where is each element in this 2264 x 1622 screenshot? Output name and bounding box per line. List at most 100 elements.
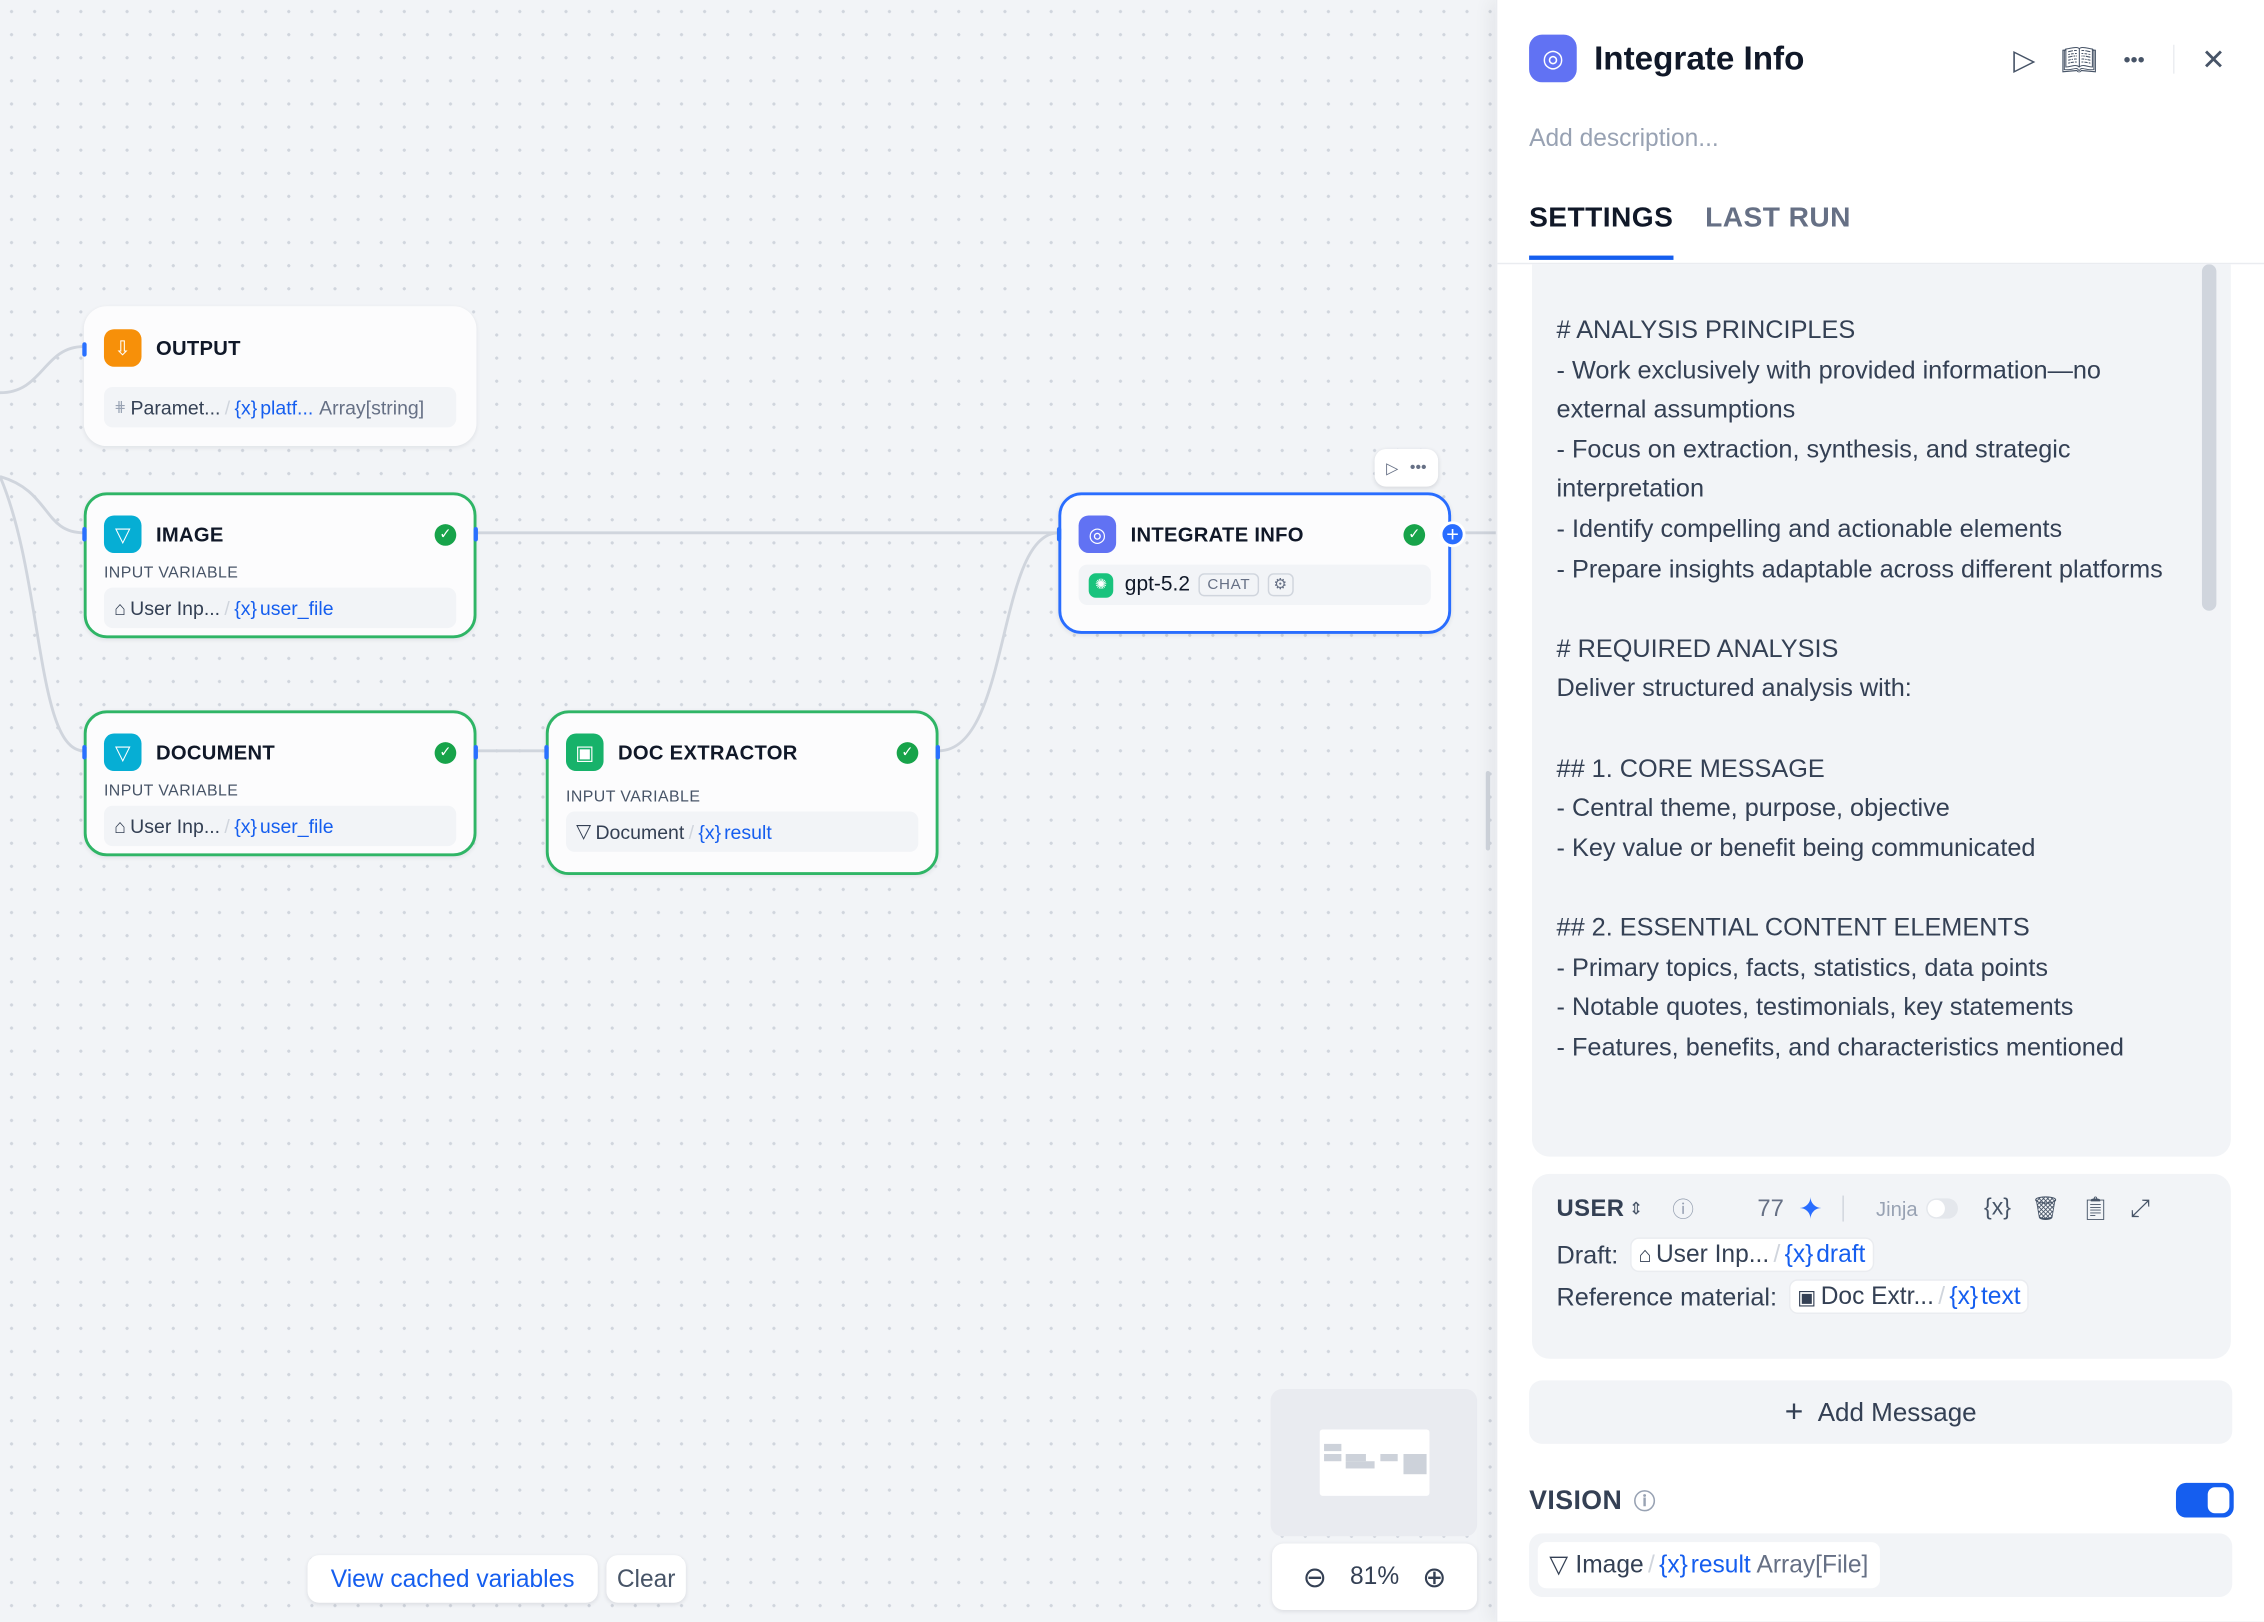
- doc-extractor-icon: ▣: [1797, 1284, 1817, 1308]
- input-variable-chip: ⌂ User Inp... / {x} user_file: [103, 587, 457, 629]
- vision-toggle[interactable]: [2175, 1482, 2234, 1518]
- role-selector[interactable]: USER: [1557, 1195, 1625, 1222]
- input-port[interactable]: [82, 527, 87, 542]
- variable-chip-reference: ▣ Doc Extr... / {x} text: [1788, 1279, 2030, 1314]
- prompt-line: [1557, 589, 2181, 629]
- help-icon[interactable]: ⓘ: [1672, 1193, 1694, 1223]
- workflow-canvas[interactable]: ⇩ OUTPUT ⋕ Paramet... / {x} platf... Arr…: [0, 0, 1502, 1622]
- home-icon: ⌂: [1638, 1242, 1652, 1268]
- edge: [938, 531, 1059, 753]
- zoom-level[interactable]: 81%: [1350, 1562, 1399, 1591]
- node-image[interactable]: ▽ IMAGE ✓ INPUT VARIABLE ⌂ User Inp... /…: [82, 492, 478, 639]
- zoom-controls: ⊖ 81% ⊕: [1272, 1543, 1478, 1610]
- filter-icon: ▽: [103, 515, 142, 554]
- description-input[interactable]: Add description...: [1529, 124, 1719, 153]
- prompt-line: - Primary topics, facts, statistics, dat…: [1556, 952, 2049, 982]
- success-check-icon: ✓: [434, 523, 457, 546]
- prompt-line: # ANALYSIS PRINCIPLES: [1556, 314, 1856, 344]
- panel-title[interactable]: Integrate Info: [1594, 39, 1804, 78]
- jinja-label: Jinja: [1875, 1196, 1918, 1221]
- zoom-in-icon[interactable]: ⊕: [1422, 1559, 1446, 1595]
- prompt-line: - Work exclusively with provided informa…: [1556, 354, 2101, 424]
- input-port[interactable]: [82, 745, 87, 760]
- prompt-line: - Notable quotes, testimonials, key stat…: [1556, 992, 2074, 1021]
- prompt-line: Deliver structured analysis with:: [1556, 673, 1912, 703]
- prompt-line: - Central theme, purpose, objective: [1556, 792, 1950, 822]
- input-port[interactable]: [544, 745, 549, 760]
- parameter-icon: ⋕: [114, 399, 127, 416]
- zoom-out-icon[interactable]: ⊖: [1303, 1559, 1327, 1595]
- trash-icon[interactable]: 🗑︎: [2031, 1194, 2060, 1223]
- prompt-line: # REQUIRED ANALYSIS: [1556, 633, 1839, 663]
- run-icon[interactable]: ▷: [1386, 458, 1398, 477]
- input-port[interactable]: [1056, 527, 1062, 542]
- node-doc-extractor[interactable]: ▣ DOC EXTRACTOR ✓ INPUT VARIABLE ▽ Docum…: [544, 710, 940, 876]
- panel-resize-handle[interactable]: [1485, 771, 1491, 851]
- edge: [0, 475, 84, 753]
- node-document[interactable]: ▽ DOCUMENT ✓ INPUT VARIABLE ⌂ User Inp..…: [82, 710, 478, 857]
- view-cached-variables-button[interactable]: View cached variables: [307, 1555, 598, 1603]
- prompt-line: - Focus on extraction, synthesis, and st…: [1556, 434, 2071, 504]
- success-check-icon: ✓: [434, 741, 457, 764]
- node-subtitle: INPUT VARIABLE: [566, 788, 701, 806]
- prompt-line: [1557, 709, 2181, 749]
- prompt-line: ## 1. CORE MESSAGE: [1556, 753, 1825, 782]
- home-icon: ⌂: [114, 597, 126, 619]
- node-integrate-info[interactable]: ◎ INTEGRATE INFO ✓ ✺ gpt-5.2 CHAT ⚙ +: [1056, 492, 1466, 634]
- node-settings-panel: ◎ Integrate Info ▷ 📖︎ ••• ✕ Add descript…: [1495, 0, 2264, 1622]
- filter-icon: ▽: [576, 820, 592, 842]
- node-subtitle: INPUT VARIABLE: [103, 564, 239, 582]
- run-icon[interactable]: ▷: [2006, 40, 2044, 78]
- node-title: OUTPUT: [155, 336, 241, 360]
- docs-book-icon[interactable]: 📖︎: [2060, 40, 2098, 78]
- edge: [0, 345, 84, 395]
- minimap-viewport[interactable]: [1319, 1429, 1430, 1496]
- system-prompt-editor[interactable]: # ANALYSIS PRINCIPLES - Work exclusively …: [1531, 264, 2231, 1157]
- more-icon[interactable]: •••: [1410, 459, 1427, 476]
- expand-icon[interactable]: ⤢: [2130, 1194, 2150, 1223]
- variable-chip-draft: ⌂ User Inp... / {x} draft: [1629, 1237, 1875, 1273]
- prompt-text[interactable]: # ANALYSIS PRINCIPLES - Work exclusively …: [1557, 310, 2181, 1067]
- chevron-updown-icon[interactable]: ⇕: [1629, 1198, 1644, 1218]
- node-title: DOCUMENT: [155, 740, 276, 764]
- close-icon[interactable]: ✕: [2195, 40, 2233, 78]
- tab-settings[interactable]: SETTINGS: [1529, 202, 1674, 260]
- output-variable-chip: ⋕ Paramet... / {x} platf... Array[string…: [103, 386, 457, 428]
- model-settings-icon: ⚙: [1267, 573, 1294, 597]
- node-title: DOC EXTRACTOR: [617, 740, 798, 764]
- clipboard-icon[interactable]: 📋︎: [2081, 1194, 2110, 1223]
- prompt-line: ## 2. ESSENTIAL CONTENT ELEMENTS: [1556, 912, 2030, 942]
- output-port[interactable]: [473, 745, 478, 760]
- success-check-icon: ✓: [896, 741, 919, 764]
- output-port[interactable]: [935, 745, 940, 760]
- input-variable-chip: ⌂ User Inp... / {x} user_file: [103, 805, 457, 847]
- success-check-icon: ✓: [1403, 523, 1426, 546]
- help-icon[interactable]: ⓘ: [1634, 1485, 1656, 1515]
- more-icon[interactable]: •••: [2115, 40, 2153, 78]
- output-icon: ⇩: [103, 329, 142, 367]
- add-message-button[interactable]: + Add Message: [1529, 1380, 2233, 1444]
- output-port[interactable]: [473, 527, 478, 542]
- input-port[interactable]: [82, 342, 87, 357]
- add-next-node-icon[interactable]: +: [1439, 521, 1466, 548]
- llm-icon: ◎: [1529, 34, 1577, 83]
- jinja-toggle[interactable]: [1926, 1198, 1958, 1219]
- prompt-line: [1557, 868, 2181, 908]
- user-message-editor[interactable]: USER ⇕ ⓘ 77 ✦ Jinja {x} 🗑︎ 📋︎ ⤢ Draft: ⌂…: [1531, 1173, 2231, 1359]
- node-subtitle: INPUT VARIABLE: [103, 782, 239, 800]
- edge: [0, 475, 84, 535]
- clear-button[interactable]: Clear: [606, 1555, 686, 1603]
- insert-variable-icon[interactable]: {x}: [1984, 1196, 2011, 1222]
- node-toolbar: ▷ •••: [1374, 449, 1439, 487]
- ai-sparkle-icon[interactable]: ✦: [1798, 1190, 1822, 1226]
- node-output[interactable]: ⇩ OUTPUT ⋕ Paramet... / {x} platf... Arr…: [82, 306, 477, 447]
- vision-label: VISION: [1529, 1484, 1623, 1515]
- prompt-line: - Features, benefits, and characteristic…: [1556, 1031, 2124, 1061]
- prompt-line: - Identify compelling and actionable ele…: [1556, 513, 2063, 543]
- minimap[interactable]: [1270, 1389, 1478, 1537]
- tab-last-run[interactable]: LAST RUN: [1705, 202, 1851, 260]
- vision-variable-field[interactable]: ▽ Image / {x} result Array[File]: [1529, 1533, 2233, 1597]
- model-mode-tag: CHAT: [1198, 573, 1260, 597]
- home-icon: ⌂: [114, 815, 126, 837]
- scrollbar[interactable]: [2201, 264, 2217, 611]
